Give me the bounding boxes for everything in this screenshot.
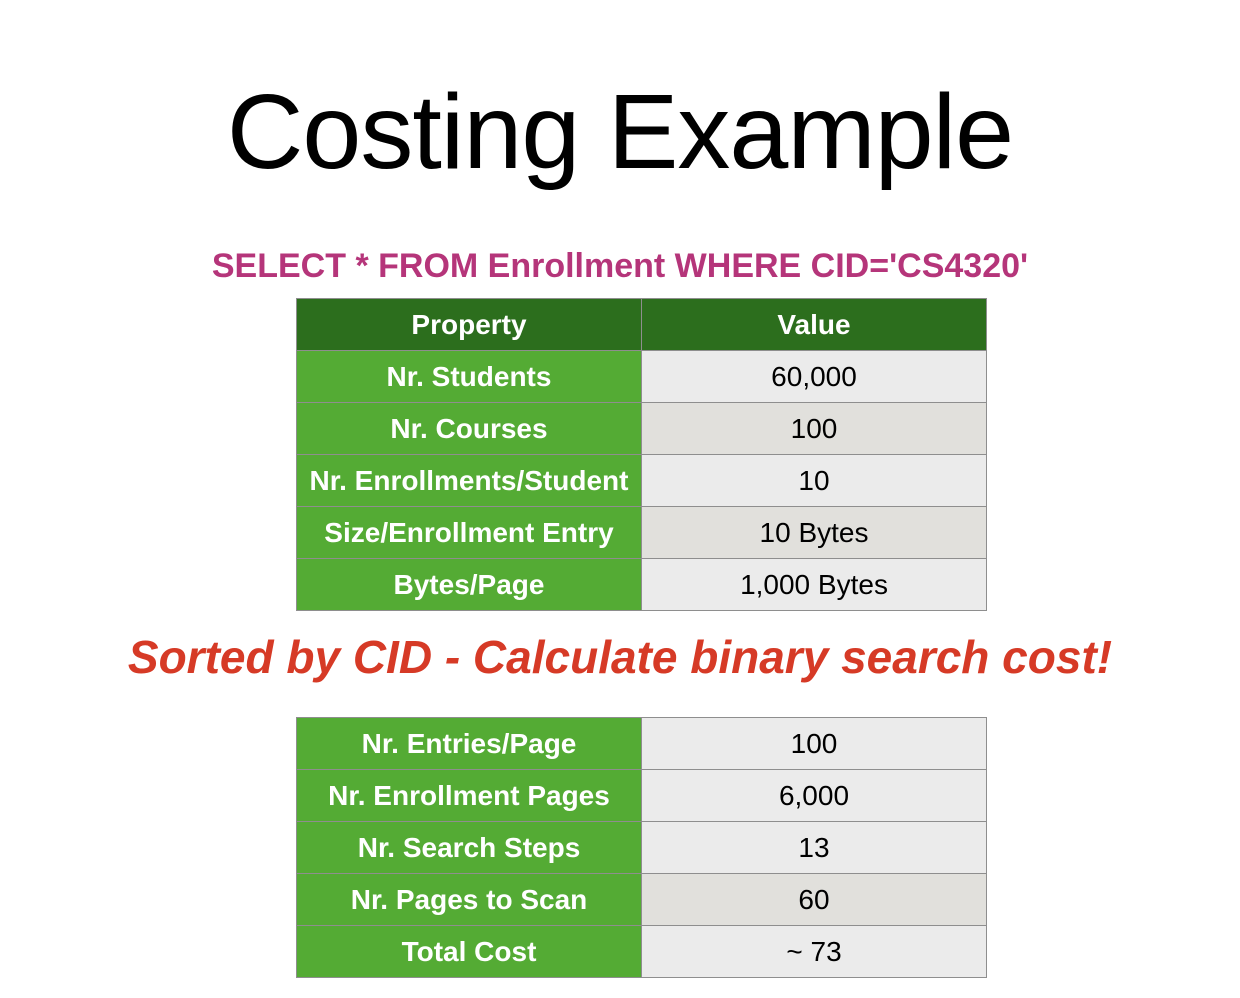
value-cell: ~ 73 (641, 925, 987, 978)
table-row: Nr. Search Steps 13 (296, 821, 987, 874)
value-cell: 1,000 Bytes (641, 558, 987, 611)
table-row: Bytes/Page 1,000 Bytes (296, 558, 987, 611)
property-cell: Nr. Courses (296, 402, 642, 455)
value-cell: 60 (641, 873, 987, 926)
property-cell: Nr. Enrollments/Student (296, 454, 642, 507)
property-cell: Nr. Students (296, 350, 642, 403)
table-row: Nr. Enrollments/Student 10 (296, 454, 987, 507)
table-row: Nr. Pages to Scan 60 (296, 873, 987, 926)
table-row: Nr. Enrollment Pages 6,000 (296, 769, 987, 822)
header-property: Property (296, 298, 642, 351)
table-row: Nr. Students 60,000 (296, 350, 987, 403)
property-cell: Size/Enrollment Entry (296, 506, 642, 559)
property-cell: Nr. Pages to Scan (296, 873, 642, 926)
property-cell: Nr. Entries/Page (296, 717, 642, 770)
table-row: Size/Enrollment Entry 10 Bytes (296, 506, 987, 559)
sql-query: SELECT * FROM Enrollment WHERE CID='CS43… (211, 247, 1029, 285)
task-note: Sorted by CID - Calculate binary search … (127, 631, 1113, 683)
value-cell: 60,000 (641, 350, 987, 403)
cost-table: Nr. Entries/Page 100 Nr. Enrollment Page… (296, 717, 987, 978)
value-cell: 6,000 (641, 769, 987, 822)
table-row: Nr. Courses 100 (296, 402, 987, 455)
value-cell: 13 (641, 821, 987, 874)
header-value: Value (641, 298, 987, 351)
value-cell: 10 Bytes (641, 506, 987, 559)
table-row: Nr. Entries/Page 100 (296, 717, 987, 770)
table-header-row: Property Value (296, 298, 987, 351)
value-cell: 100 (641, 402, 987, 455)
property-cell: Nr. Enrollment Pages (296, 769, 642, 822)
table-row: Total Cost ~ 73 (296, 925, 987, 978)
value-cell: 100 (641, 717, 987, 770)
value-cell: 10 (641, 454, 987, 507)
property-cell: Total Cost (296, 925, 642, 978)
slide-title: Costing Example (226, 73, 1014, 191)
property-cell: Nr. Search Steps (296, 821, 642, 874)
property-cell: Bytes/Page (296, 558, 642, 611)
properties-table: Property Value Nr. Students 60,000 Nr. C… (296, 298, 987, 611)
